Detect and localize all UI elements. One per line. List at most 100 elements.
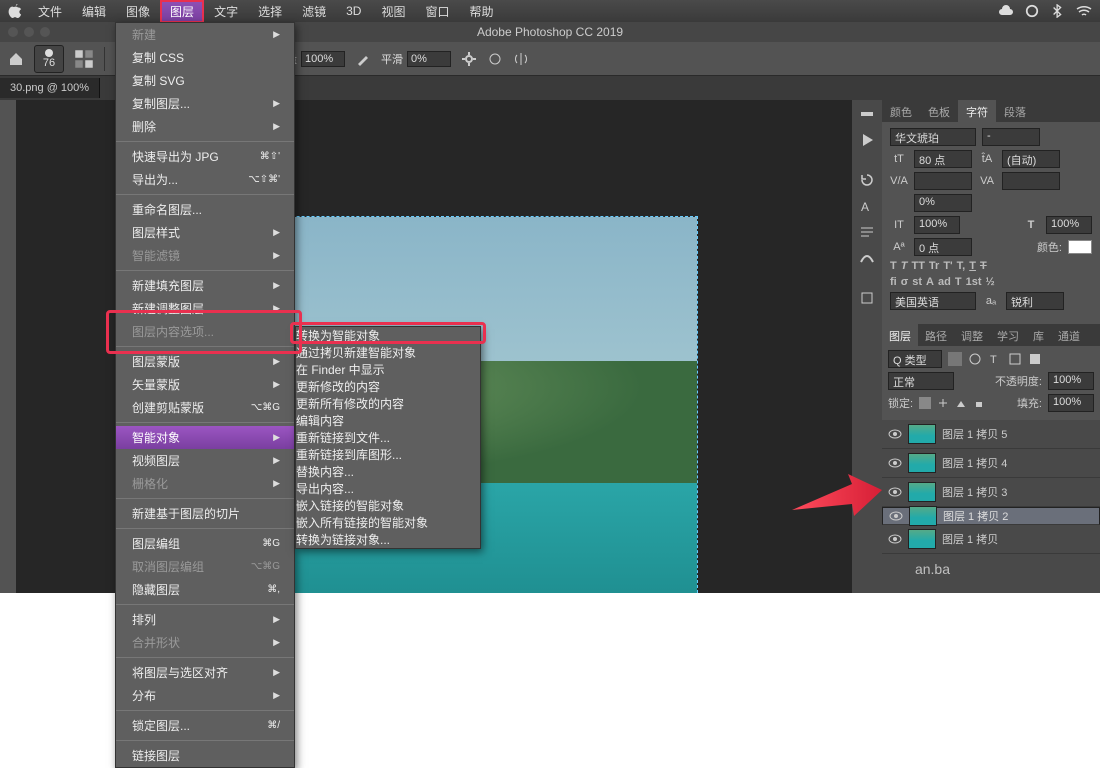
tab-adjust[interactable]: 调整: [954, 324, 990, 346]
text-color[interactable]: [1068, 240, 1092, 254]
play-icon[interactable]: [859, 132, 875, 148]
gear-icon[interactable]: [461, 51, 477, 67]
menu-item[interactable]: 新建基于图层的切片: [116, 502, 294, 525]
menu-image[interactable]: 图像: [116, 0, 160, 23]
menu-item[interactable]: 创建剪贴蒙版⌥⌘G: [116, 396, 294, 419]
brush-stroke-icon[interactable]: [859, 250, 875, 266]
visibility-icon[interactable]: [888, 485, 902, 499]
menu-item[interactable]: 图层样式▶: [116, 221, 294, 244]
ruler-icon[interactable]: [859, 106, 875, 122]
filter-type-icon[interactable]: T: [988, 352, 1002, 366]
menu-item[interactable]: 矢量蒙版▶: [116, 373, 294, 396]
menu-item[interactable]: 图层蒙版▶: [116, 350, 294, 373]
layer-opacity[interactable]: 100%: [1048, 372, 1094, 390]
visibility-icon[interactable]: [889, 509, 903, 523]
visibility-icon[interactable]: [888, 427, 902, 441]
brush-preset[interactable]: 76: [34, 45, 64, 73]
menu-item[interactable]: 图层编组⌘G: [116, 532, 294, 555]
menu-item[interactable]: 隐藏图层⌘,: [116, 578, 294, 601]
menu-item[interactable]: 新建调整图层▶: [116, 297, 294, 320]
menu-item[interactable]: 复制 CSS: [116, 46, 294, 69]
lock-nest-icon[interactable]: [955, 397, 967, 409]
tab-lib[interactable]: 库: [1026, 324, 1051, 346]
kerning-select[interactable]: [914, 172, 972, 190]
home-icon[interactable]: [8, 51, 24, 67]
blend-mode[interactable]: 正常: [888, 372, 954, 390]
layer-fill[interactable]: 100%: [1048, 394, 1094, 412]
menu-item[interactable]: 导出为...⌥⇧⌘': [116, 168, 294, 191]
aa-select[interactable]: 锐利: [1006, 292, 1064, 310]
menu-item[interactable]: 将图层与选区对齐▶: [116, 661, 294, 684]
tab-color[interactable]: 颜色: [882, 100, 920, 122]
paragraph-icon[interactable]: [859, 224, 875, 240]
lang-select[interactable]: 美国英语: [890, 292, 976, 310]
menu-item[interactable]: 新建填充图层▶: [116, 274, 294, 297]
layer-row[interactable]: 图层 1 拷贝 2: [882, 507, 1100, 525]
airbrush-icon[interactable]: [355, 51, 371, 67]
lock-icon[interactable]: [973, 397, 985, 409]
kind-filter[interactable]: Q 类型: [888, 350, 942, 368]
menu-item[interactable]: 智能对象▶: [116, 426, 294, 449]
filter-adjust-icon[interactable]: [968, 352, 982, 366]
left-toolbar[interactable]: [0, 100, 16, 593]
tab-learn[interactable]: 学习: [990, 324, 1026, 346]
submenu-item[interactable]: 转换为智能对象: [296, 327, 480, 344]
tab-swatches[interactable]: 色板: [920, 100, 958, 122]
style-buttons[interactable]: TTTTTrT'T,TT: [890, 260, 1092, 272]
tab-paths[interactable]: 路径: [918, 324, 954, 346]
brush-panel-icon[interactable]: [74, 49, 94, 69]
tab-character[interactable]: 字符: [958, 100, 996, 122]
menu-item[interactable]: 视频图层▶: [116, 449, 294, 472]
visibility-icon[interactable]: [888, 532, 902, 546]
menu-view[interactable]: 视图: [371, 0, 415, 23]
visibility-icon[interactable]: [888, 456, 902, 470]
menu-file[interactable]: 文件: [28, 0, 72, 23]
tracking-select[interactable]: [1002, 172, 1060, 190]
menu-help[interactable]: 帮助: [459, 0, 503, 23]
menu-layer[interactable]: 图层: [160, 0, 204, 23]
window-controls[interactable]: [8, 27, 50, 37]
lock-all-icon[interactable]: [919, 397, 931, 409]
layer-row[interactable]: 图层 1 拷贝 5: [882, 420, 1100, 449]
pressure-size-icon[interactable]: [487, 51, 503, 67]
tab-layers[interactable]: 图层: [882, 324, 918, 346]
menu-item[interactable]: 排列▶: [116, 608, 294, 631]
layer-row[interactable]: 图层 1 拷贝 3: [882, 478, 1100, 507]
menu-select[interactable]: 选择: [248, 0, 292, 23]
symmetry-icon[interactable]: [513, 51, 529, 67]
style-select[interactable]: -: [982, 128, 1040, 146]
properties-icon[interactable]: [859, 290, 875, 306]
vscale[interactable]: 100%: [914, 216, 960, 234]
menu-window[interactable]: 窗口: [415, 0, 459, 23]
tab-paragraph[interactable]: 段落: [996, 100, 1034, 122]
filter-shape-icon[interactable]: [1008, 352, 1022, 366]
document-tab[interactable]: 30.png @ 100%: [0, 78, 100, 98]
menu-edit[interactable]: 编辑: [72, 0, 116, 23]
history-icon[interactable]: [859, 172, 875, 188]
hscale[interactable]: 100%: [1046, 216, 1092, 234]
menu-item[interactable]: 锁定图层...⌘/: [116, 714, 294, 737]
menu-item[interactable]: 复制 SVG: [116, 69, 294, 92]
tab-channels[interactable]: 通道: [1051, 324, 1087, 346]
baseline[interactable]: 0 点: [914, 238, 972, 256]
opentype-buttons[interactable]: fiσstAadT1st½: [890, 276, 1092, 288]
filter-image-icon[interactable]: [948, 352, 962, 366]
size-select[interactable]: 80 点: [914, 150, 972, 168]
pct-select[interactable]: 0%: [914, 194, 972, 212]
menu-item[interactable]: 分布▶: [116, 684, 294, 707]
smooth-input[interactable]: [407, 51, 451, 67]
leading-select[interactable]: (自动): [1002, 150, 1060, 168]
menu-item[interactable]: 复制图层...▶: [116, 92, 294, 115]
lock-pos-icon[interactable]: [937, 397, 949, 409]
menu-item[interactable]: 重命名图层...: [116, 198, 294, 221]
menu-item[interactable]: 链接图层: [116, 744, 294, 767]
filter-smart-icon[interactable]: [1028, 352, 1042, 366]
flow-input[interactable]: [301, 51, 345, 67]
menu-3d[interactable]: 3D: [336, 1, 371, 21]
menu-type[interactable]: 文字: [204, 0, 248, 23]
menu-filter[interactable]: 滤镜: [292, 0, 336, 23]
font-select[interactable]: 华文琥珀: [890, 128, 976, 146]
layer-row[interactable]: 图层 1 拷贝 4: [882, 449, 1100, 478]
menu-item[interactable]: 删除▶: [116, 115, 294, 138]
character-icon[interactable]: A: [859, 198, 875, 214]
